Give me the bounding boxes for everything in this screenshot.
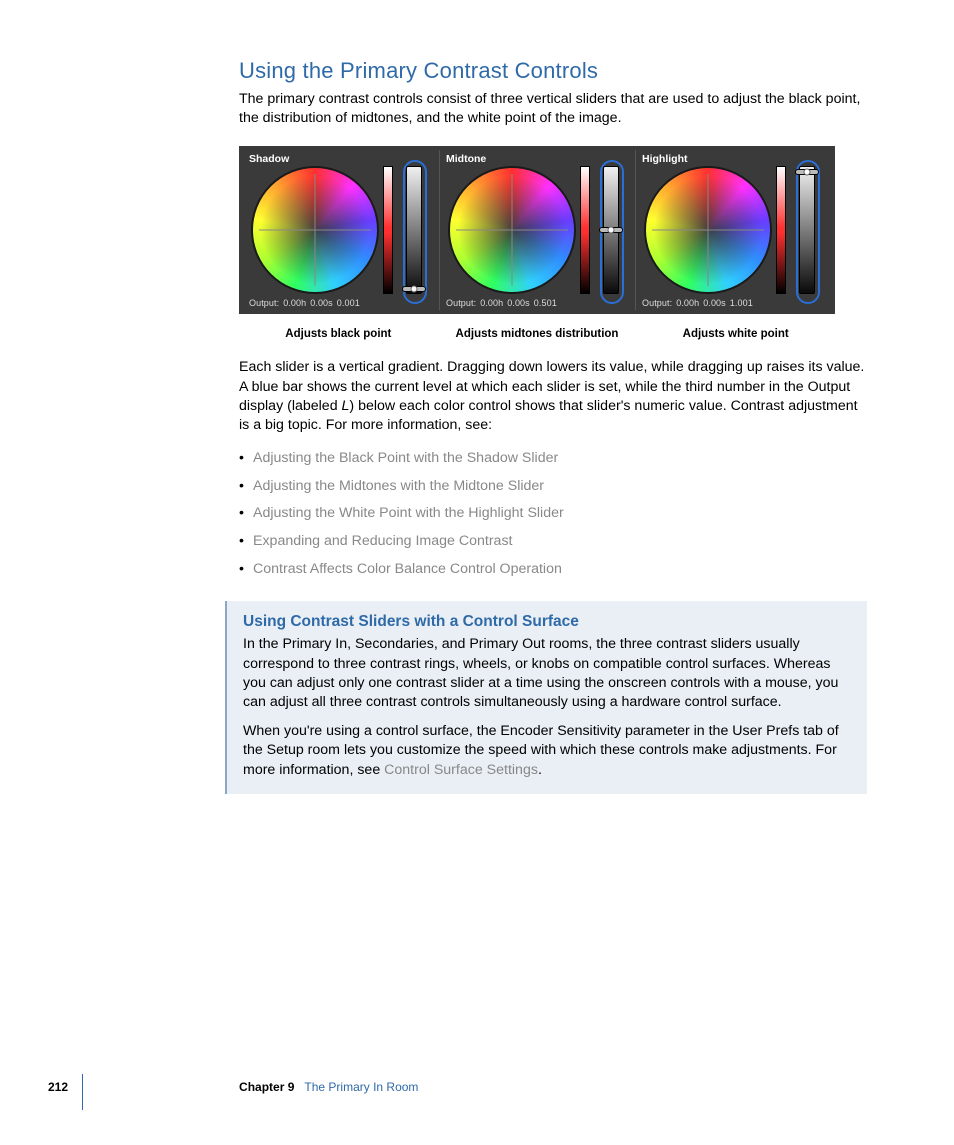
contrast-panel-shadow: Shadow Output:0.00h0.00s0.001 bbox=[243, 150, 439, 310]
info-links-list: Adjusting the Black Point with the Shado… bbox=[239, 445, 866, 583]
list-item: Adjusting the Black Point with the Shado… bbox=[239, 445, 866, 473]
footer-divider bbox=[82, 1074, 83, 1110]
intro-paragraph: The primary contrast controls consist of… bbox=[239, 90, 866, 128]
section-heading: Using the Primary Contrast Controls bbox=[239, 58, 866, 84]
contrast-controls-figure: Shadow Output:0.00h0.00s0.001 Midtone Outpu… bbox=[239, 146, 835, 314]
page-number: 212 bbox=[48, 1080, 68, 1094]
chapter-label: Chapter 9 bbox=[239, 1080, 294, 1094]
page-footer: 212 Chapter 9 The Primary In Room bbox=[48, 1074, 418, 1100]
panel-label: Shadow bbox=[249, 153, 289, 165]
sidebar-p1: In the Primary In, Secondaries, and Prim… bbox=[243, 635, 851, 712]
output-display: Output:0.00h0.00s1.001 bbox=[642, 298, 753, 308]
list-item: Adjusting the Midtones with the Midtone … bbox=[239, 473, 866, 501]
panel-label: Highlight bbox=[642, 153, 688, 165]
figure-caption: Adjusts black point bbox=[239, 328, 438, 340]
sidebar-title: Using Contrast Sliders with a Control Su… bbox=[243, 613, 851, 631]
figure-captions: Adjusts black pointAdjusts midtones dist… bbox=[239, 328, 835, 340]
list-item: Expanding and Reducing Image Contrast bbox=[239, 528, 866, 556]
list-item: Adjusting the White Point with the Highl… bbox=[239, 500, 866, 528]
output-display: Output:0.00h0.00s0.501 bbox=[446, 298, 557, 308]
list-item: Contrast Affects Color Balance Control O… bbox=[239, 556, 866, 584]
contrast-panel-highlight: Highlight Output:0.00h0.00s1.001 bbox=[635, 150, 831, 310]
figure-caption: Adjusts white point bbox=[636, 328, 835, 340]
control-surface-settings-link[interactable]: Control Surface Settings bbox=[384, 762, 538, 778]
panel-label: Midtone bbox=[446, 153, 486, 165]
sidebar-p2: When you're using a control surface, the… bbox=[243, 722, 851, 780]
sidebar-note: Using Contrast Sliders with a Control Su… bbox=[225, 601, 867, 793]
intensity-strip bbox=[383, 166, 393, 294]
output-display: Output:0.00h0.00s0.001 bbox=[249, 298, 360, 308]
intensity-strip bbox=[580, 166, 590, 294]
slider-handle[interactable] bbox=[402, 286, 426, 292]
cross-reference-link[interactable]: Adjusting the Black Point with the Shado… bbox=[253, 450, 558, 466]
chapter-name: The Primary In Room bbox=[304, 1080, 418, 1094]
slider-track bbox=[799, 166, 815, 294]
intensity-strip bbox=[776, 166, 786, 294]
contrast-slider[interactable] bbox=[598, 162, 626, 302]
slider-track bbox=[406, 166, 422, 294]
cross-reference-link[interactable]: Contrast Affects Color Balance Control O… bbox=[253, 561, 562, 577]
color-balance-wheel[interactable] bbox=[251, 166, 379, 294]
cross-reference-link[interactable]: Adjusting the Midtones with the Midtone … bbox=[253, 478, 544, 494]
color-balance-wheel[interactable] bbox=[448, 166, 576, 294]
color-balance-wheel[interactable] bbox=[644, 166, 772, 294]
contrast-slider[interactable] bbox=[401, 162, 429, 302]
figure-caption: Adjusts midtones distribution bbox=[438, 328, 637, 340]
contrast-panel-midtone: Midtone Output:0.00h0.00s0.501 bbox=[439, 150, 635, 310]
explanation-paragraph: Each slider is a vertical gradient. Drag… bbox=[239, 358, 866, 435]
contrast-slider[interactable] bbox=[794, 162, 822, 302]
sidebar-p2b: . bbox=[538, 762, 542, 778]
cross-reference-link[interactable]: Expanding and Reducing Image Contrast bbox=[253, 533, 512, 549]
slider-handle[interactable] bbox=[795, 169, 819, 175]
cross-reference-link[interactable]: Adjusting the White Point with the Highl… bbox=[253, 505, 564, 521]
slider-handle[interactable] bbox=[599, 227, 623, 233]
